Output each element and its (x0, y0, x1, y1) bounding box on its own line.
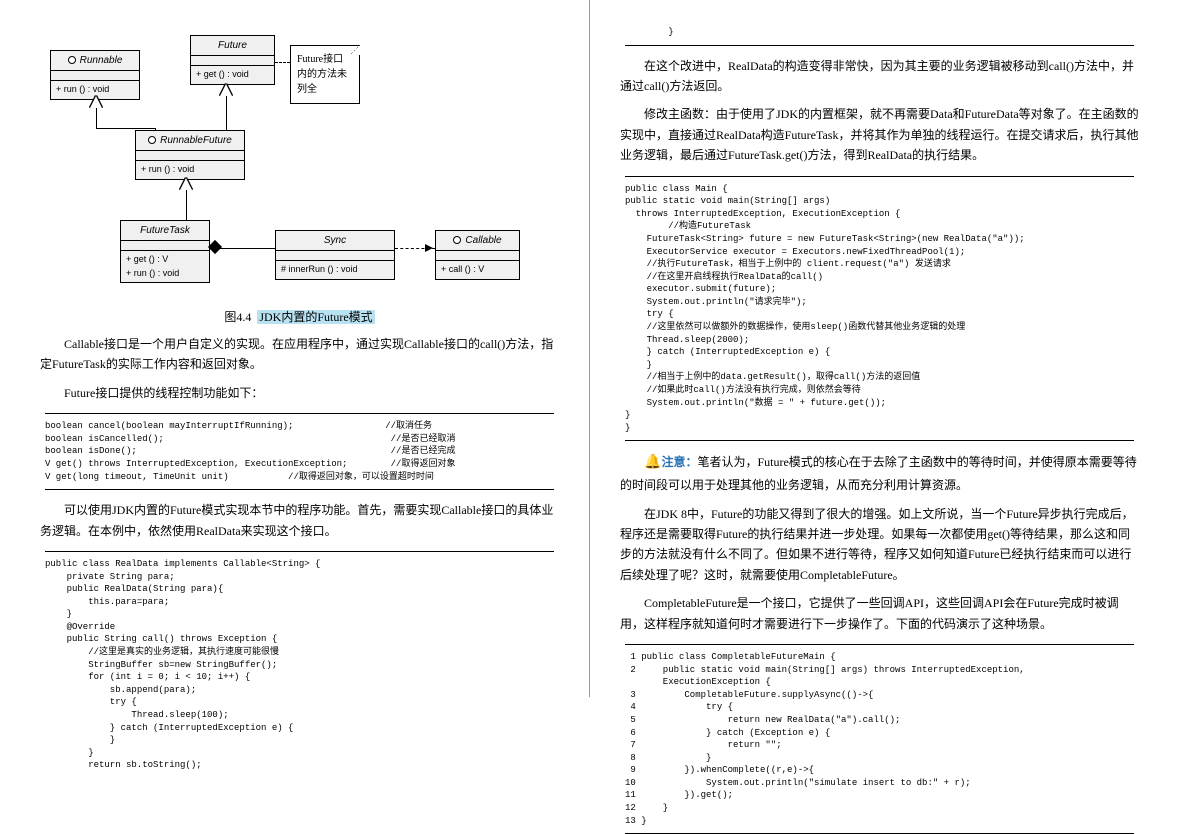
para-future-intro: Future接口提供的线程控制功能如下： (40, 383, 559, 403)
inherit-arrow (220, 84, 232, 96)
futuretask-op1: + get () : V (126, 253, 204, 267)
futuretask-title: FutureTask (121, 221, 209, 241)
note-para: 🔔注意：笔者认为，Future模式的核心在于去除了主函数中的等待时间，并使得原本… (620, 451, 1139, 495)
left-page: Runnable + run () : void Future + get ()… (0, 0, 589, 697)
note-label: 注意： (661, 455, 697, 469)
bell-icon: 🔔 (644, 455, 661, 470)
callable-title: Callable (465, 235, 501, 246)
uml-box-futuretask: FutureTask + get () : V+ run () : void (120, 220, 210, 283)
code-future-api: boolean cancel(boolean mayInterruptIfRun… (45, 413, 554, 490)
para-jdk8: 在JDK 8中，Future的功能又得到了很大的增强。如上文所说，当一个Futu… (620, 504, 1139, 586)
dep-arrow (425, 244, 433, 252)
runnablefuture-title: RunnableFuture (160, 135, 232, 146)
diamond (208, 240, 222, 254)
fig-title: JDK内置的Future模式 (257, 310, 374, 324)
figure-caption: 图4.4 JDK内置的Future模式 (40, 308, 559, 326)
inherit-arrow (180, 178, 192, 190)
uml-diagram: Runnable + run () : void Future + get ()… (40, 20, 559, 300)
future-title: Future (191, 36, 274, 56)
uml-box-runnable: Runnable + run () : void (50, 50, 140, 100)
note-connector (275, 62, 290, 63)
uml-box-future: Future + get () : void (190, 35, 275, 85)
para-callable: Callable接口是一个用户自定义的实现。在应用程序中，通过实现Callabl… (40, 334, 559, 375)
sync-title: Sync (276, 231, 394, 251)
code-realdata: public class RealData implements Callabl… (45, 551, 554, 778)
runnablefuture-op: + run () : void (136, 161, 244, 179)
code-completable: 1 public class CompletableFutureMain { 2… (625, 644, 1134, 834)
callable-op: + call () : V (436, 261, 519, 279)
uml-note: Future接口内的方法未列全 (290, 45, 360, 104)
right-page: } 在这个改进中，RealData的构造变得非常快，因为其主要的业务逻辑被移动到… (590, 0, 1179, 697)
para-completable: CompletableFuture是一个接口，它提供了一些回调API，这些回调A… (620, 593, 1139, 634)
futuretask-op2: + run () : void (126, 267, 204, 281)
sync-op: # innerRun () : void (276, 261, 394, 279)
code-tail: } (625, 20, 1134, 46)
uml-box-sync: Sync # innerRun () : void (275, 230, 395, 280)
fig-num: 图4.4 (224, 310, 251, 324)
future-op: + get () : void (191, 66, 274, 84)
inherit-arrow (90, 96, 102, 108)
note-text: 笔者认为，Future模式的核心在于去除了主函数中的等待时间，并使得原本需要等待… (620, 455, 1137, 492)
para-realdata: 可以使用JDK内置的Future模式实现本节中的程序功能。首先，需要实现Call… (40, 500, 559, 541)
code-main: public class Main { public static void m… (625, 176, 1134, 442)
para-main: 修改主函数：由于使用了JDK的内置框架，就不再需要Data和FutureData… (620, 104, 1139, 165)
uml-box-callable: Callable + call () : V (435, 230, 520, 280)
uml-box-runnablefuture: RunnableFuture + run () : void (135, 130, 245, 180)
runnable-title: Runnable (80, 55, 123, 66)
para-improve: 在这个改进中，RealData的构造变得非常快，因为其主要的业务逻辑被移动到ca… (620, 56, 1139, 97)
